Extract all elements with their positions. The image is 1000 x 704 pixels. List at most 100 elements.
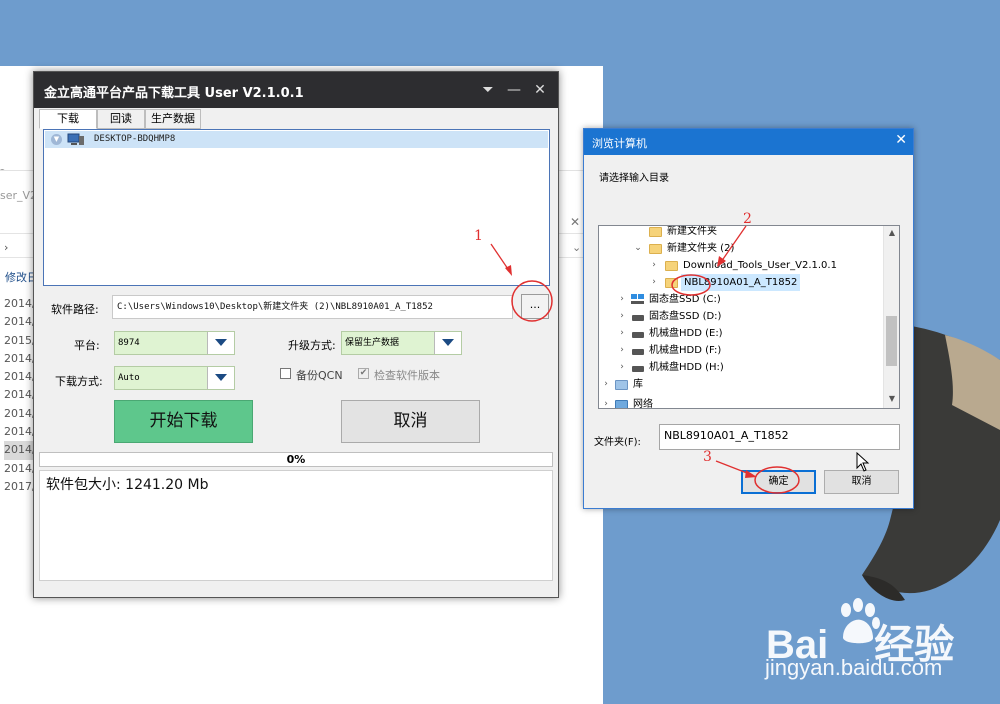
- folder-icon: [649, 244, 662, 254]
- log-output: 软件包大小: 1241.20 Mb: [39, 470, 553, 581]
- tree-item-drive-f[interactable]: › 机械盘HDD (F:): [599, 342, 883, 359]
- drive-icon: [632, 315, 644, 321]
- folder-icon: [665, 261, 678, 271]
- software-path-input[interactable]: C:\Users\Windows10\Desktop\新建文件夹 (2)\NBL…: [112, 295, 513, 319]
- chevron-right-icon[interactable]: ›: [649, 257, 659, 274]
- scroll-up-icon[interactable]: ▲: [884, 228, 899, 237]
- upgrade-mode-select[interactable]: 保留生产数据: [341, 331, 462, 355]
- chevron-down-icon[interactable]: [434, 332, 461, 354]
- chevron-down-icon[interactable]: [207, 332, 234, 354]
- scroll-down-icon[interactable]: ▼: [884, 394, 899, 403]
- folder-field-label: 文件夹(F):: [594, 437, 641, 448]
- upgrade-mode-label: 升级方式:: [288, 339, 336, 352]
- library-icon: [615, 380, 628, 390]
- tree-item-nbl8910[interactable]: › NBL8910A01_A_T1852: [599, 274, 883, 291]
- computer-icon: [67, 133, 84, 145]
- download-mode-value: Auto: [118, 373, 140, 383]
- mouse-cursor-icon: [856, 452, 870, 472]
- tree-item-network[interactable]: › 网络: [599, 396, 883, 409]
- tree-item-label: Download_Tools_User_V2.1.0.1: [683, 260, 837, 271]
- screenshot-scene: ser_V2. ✕ › ⌄ 修改日 2014/ 2014/ 2015/ 2014…: [0, 0, 1000, 704]
- backup-qcn-checkbox[interactable]: [280, 368, 291, 379]
- log-line: 软件包大小: 1241.20 Mb: [46, 477, 209, 493]
- tree-item-drive-e[interactable]: › 机械盘HDD (E:): [599, 325, 883, 342]
- platform-select[interactable]: 8974: [114, 331, 235, 355]
- chevron-down-icon[interactable]: [207, 367, 234, 389]
- dropdown-menu-icon[interactable]: ⏷: [478, 81, 498, 99]
- chevron-right-icon[interactable]: ›: [649, 274, 659, 291]
- window-title: 金立高通平台产品下载工具 User V2.1.0.1: [44, 86, 304, 101]
- dialog-title-bar[interactable]: 浏览计算机 ✕: [584, 129, 913, 155]
- minimize-icon[interactable]: —: [504, 81, 524, 99]
- tree-item-download-tools[interactable]: › Download_Tools_User_V2.1.0.1: [599, 257, 883, 274]
- download-tool-window: 金立高通平台产品下载工具 User V2.1.0.1 ⏷ — ✕ 下载 回读 生…: [33, 71, 559, 598]
- tree-scrollbar[interactable]: ▲ ▼: [883, 226, 899, 408]
- chevron-right-icon[interactable]: ›: [617, 359, 627, 376]
- close-icon[interactable]: ✕: [530, 81, 550, 99]
- chevron-down-icon[interactable]: ⌄: [633, 240, 643, 257]
- tree-item-label: 机械盘HDD (E:): [649, 328, 723, 339]
- folder-field[interactable]: NBL8910A01_A_T1852: [659, 424, 900, 450]
- browse-button[interactable]: ...: [521, 294, 549, 319]
- platform-value: 8974: [118, 338, 140, 348]
- download-mode-label: 下载方式:: [55, 375, 103, 388]
- annotation-number-1: 1: [474, 228, 483, 244]
- chevron-right-icon[interactable]: ›: [601, 396, 611, 408]
- annotation-number-2: 2: [743, 211, 752, 227]
- dialog-cancel-button[interactable]: 取消: [824, 470, 899, 494]
- network-icon: [615, 400, 628, 408]
- device-row[interactable]: ▼ DESKTOP-BDQHMP8: [45, 131, 548, 148]
- tree-item-folder-2[interactable]: ⌄ 新建文件夹 (2): [599, 240, 883, 257]
- download-mode-select[interactable]: Auto: [114, 366, 235, 390]
- tree-item-label: 新建文件夹 (2): [667, 243, 735, 254]
- device-name: DESKTOP-BDQHMP8: [94, 134, 176, 144]
- chevron-right-icon[interactable]: ›: [4, 241, 8, 254]
- start-download-button[interactable]: 开始下载: [114, 400, 253, 443]
- dialog-title: 浏览计算机: [592, 137, 647, 150]
- chevron-right-icon[interactable]: ›: [617, 291, 627, 308]
- tab-readback[interactable]: 回读: [97, 109, 145, 129]
- folder-icon: [665, 278, 678, 288]
- dialog-prompt: 请选择输入目录: [599, 173, 669, 184]
- tree-item-drive-c[interactable]: › 固态盘SSD (C:): [599, 291, 883, 308]
- tab-production-data[interactable]: 生产数据: [145, 109, 201, 129]
- tree-item-drive-d[interactable]: › 固态盘SSD (D:): [599, 308, 883, 325]
- platform-label: 平台:: [74, 339, 100, 352]
- tree-item-label: 新建文件夹: [667, 226, 717, 237]
- tree-item-label: 网络: [633, 399, 653, 409]
- device-tree[interactable]: ▼ DESKTOP-BDQHMP8: [43, 129, 550, 286]
- tree-item-library[interactable]: › 库: [599, 376, 883, 393]
- scrollbar-thumb[interactable]: [886, 316, 897, 366]
- check-version-checkbox[interactable]: ✔: [358, 368, 369, 379]
- upgrade-mode-value: 保留生产数据: [345, 338, 400, 348]
- chevron-down-icon[interactable]: ⌄: [572, 241, 581, 254]
- chevron-right-icon[interactable]: ›: [617, 308, 627, 325]
- folder-tree[interactable]: 新建文件夹 ⌄ 新建文件夹 (2) › Download_Tools_User_…: [598, 225, 900, 409]
- watermark-url: jingyan.baidu.com: [765, 655, 943, 680]
- check-version-label: 检查软件版本: [374, 369, 440, 382]
- cancel-button[interactable]: 取消: [341, 400, 480, 443]
- ok-button[interactable]: 确定: [741, 470, 816, 494]
- chevron-right-icon[interactable]: ›: [617, 325, 627, 342]
- tree-item-label: NBL8910A01_A_T1852: [681, 274, 801, 291]
- chevron-right-icon[interactable]: ›: [617, 342, 627, 359]
- tree-item-label: 机械盘HDD (F:): [649, 345, 722, 356]
- drive-icon: [632, 332, 644, 338]
- tree-item-label: 库: [633, 379, 643, 390]
- tree-item-label: 机械盘HDD (H:): [649, 362, 724, 373]
- collapse-icon[interactable]: ▼: [51, 134, 62, 145]
- title-bar[interactable]: 金立高通平台产品下载工具 User V2.1.0.1 ⏷ — ✕: [34, 72, 558, 108]
- progress-bar: 0%: [39, 452, 553, 467]
- chevron-right-icon[interactable]: ›: [601, 376, 611, 393]
- tree-item-folder[interactable]: 新建文件夹: [599, 226, 883, 240]
- tree-item-label: 固态盘SSD (D:): [649, 311, 722, 322]
- close-icon[interactable]: ✕: [895, 132, 907, 148]
- tree-item-drive-h[interactable]: › 机械盘HDD (H:): [599, 359, 883, 376]
- progress-text: 0%: [286, 453, 306, 466]
- drive-icon: [632, 349, 644, 355]
- software-path-label: 软件路径:: [51, 303, 99, 316]
- close-icon[interactable]: ✕: [570, 215, 580, 229]
- backup-qcn-label: 备份QCN: [296, 369, 343, 382]
- annotation-number-3: 3: [703, 449, 712, 465]
- tab-download[interactable]: 下载: [39, 109, 97, 129]
